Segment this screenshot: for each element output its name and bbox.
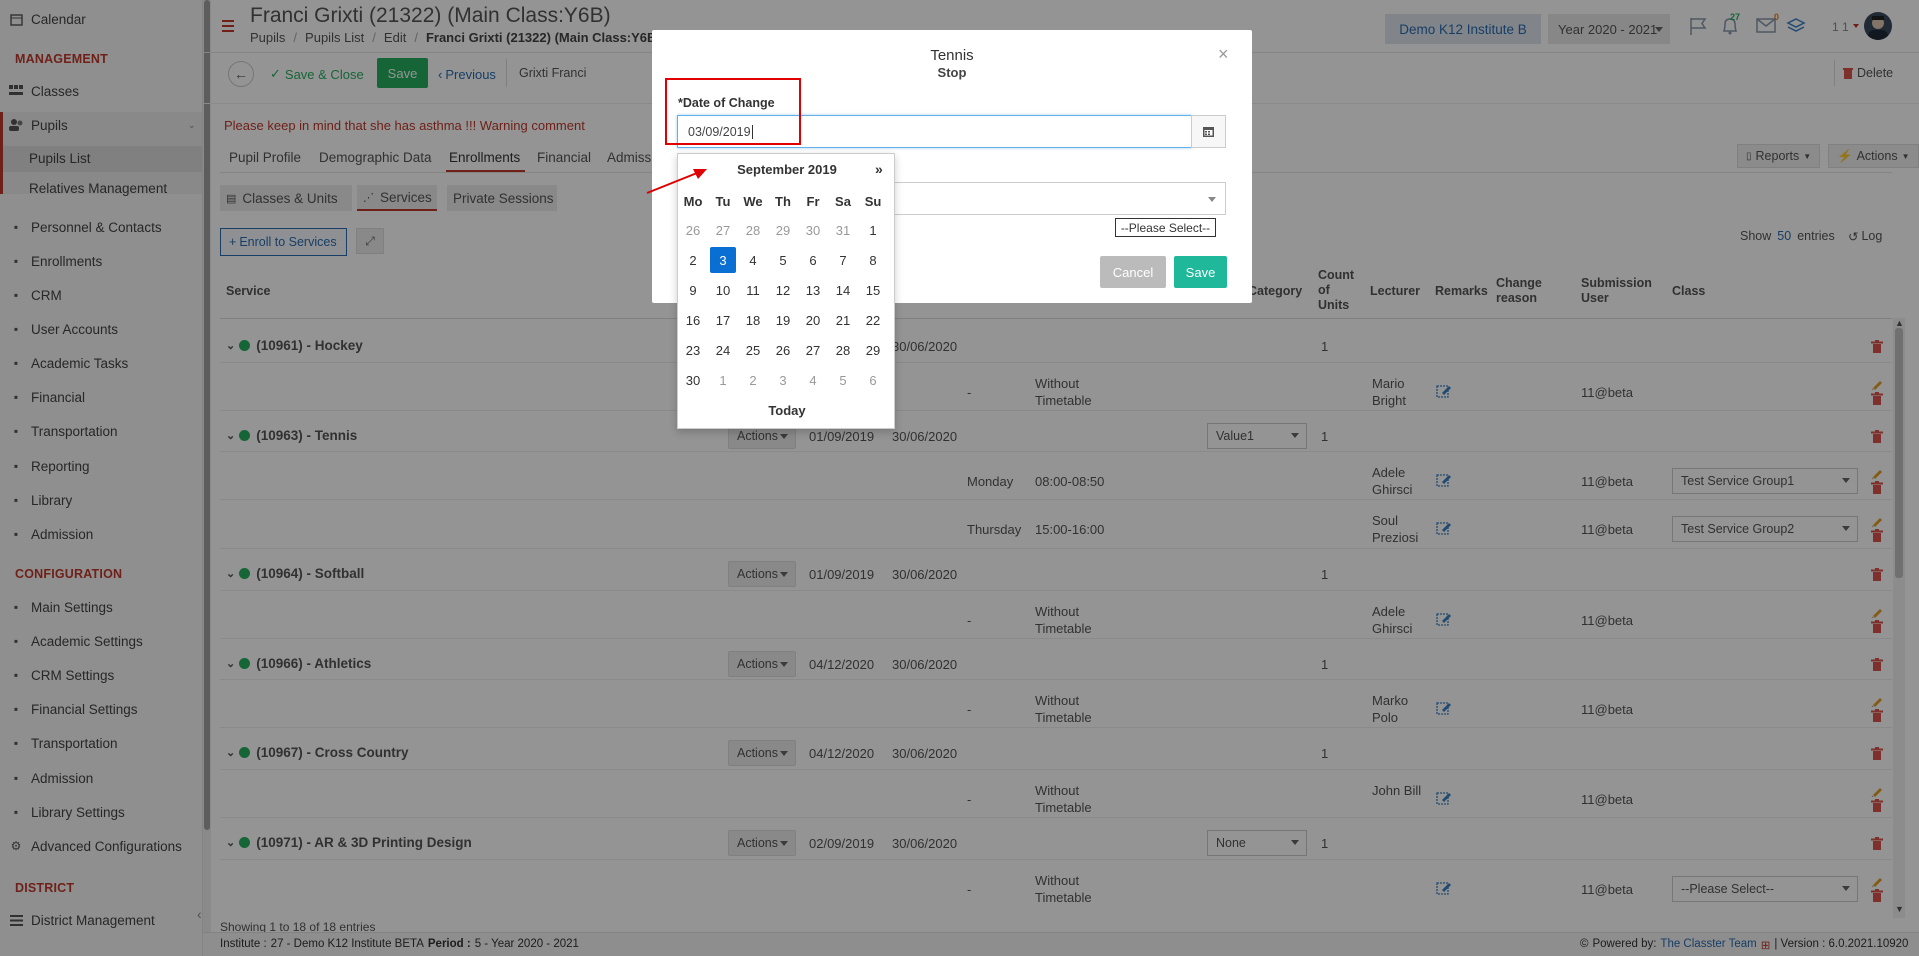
calendar-day[interactable]: 28 — [740, 217, 766, 243]
calendar-day[interactable]: 26 — [680, 217, 706, 243]
annotation-arrow — [646, 169, 707, 194]
calendar-day[interactable]: 10 — [710, 277, 736, 303]
calendar-day[interactable]: 4 — [740, 247, 766, 273]
calendar-day[interactable]: 12 — [770, 277, 796, 303]
calendar-day[interactable]: 11 — [740, 277, 766, 303]
calendar-day[interactable]: 23 — [680, 337, 706, 363]
calendar-day[interactable]: 1 — [860, 217, 886, 243]
close-icon[interactable]: × — [1218, 44, 1229, 65]
calendar-day[interactable]: 26 — [770, 337, 796, 363]
calendar-day[interactable]: 27 — [710, 217, 736, 243]
today-button[interactable]: Today — [678, 403, 896, 418]
calendar-day[interactable]: 17 — [710, 307, 736, 333]
calendar-day[interactable]: 3 — [710, 247, 736, 273]
modal-title: Tennis — [930, 47, 974, 64]
calendar-day[interactable]: 29 — [770, 217, 796, 243]
highlight-box — [665, 78, 801, 145]
calendar-day[interactable]: 3 — [770, 367, 796, 393]
next-month-button[interactable]: » — [875, 161, 883, 177]
calendar-day[interactable]: 15 — [860, 277, 886, 303]
chevron-down-icon — [1208, 197, 1216, 202]
calendar-day[interactable]: 19 — [770, 307, 796, 333]
calendar-day[interactable]: 2 — [680, 247, 706, 273]
calendar-day[interactable]: 4 — [800, 367, 826, 393]
calendar-day[interactable]: 5 — [770, 247, 796, 273]
modal-save-button[interactable]: Save — [1174, 256, 1227, 288]
calendar-day[interactable]: 30 — [680, 367, 706, 393]
calendar-day[interactable]: 6 — [800, 247, 826, 273]
calendar-day[interactable]: 7 — [830, 247, 856, 273]
calendar-day[interactable]: 28 — [830, 337, 856, 363]
calendar-day[interactable]: 27 — [800, 337, 826, 363]
calendar-day[interactable]: 24 — [710, 337, 736, 363]
calendar-day[interactable]: 2 — [740, 367, 766, 393]
calendar-day[interactable]: 22 — [860, 307, 886, 333]
weekday-th: Th — [775, 194, 791, 209]
calendar-day[interactable]: 18 — [740, 307, 766, 333]
calendar-day[interactable]: 5 — [830, 367, 856, 393]
calendar-day[interactable]: 14 — [830, 277, 856, 303]
calendar-day[interactable]: 6 — [860, 367, 886, 393]
please-select-tooltip: --Please Select-- — [1115, 218, 1216, 237]
weekday-su: Su — [864, 194, 882, 209]
calendar-day[interactable]: 13 — [800, 277, 826, 303]
calendar-day[interactable]: 16 — [680, 307, 706, 333]
calendar-button[interactable] — [1191, 115, 1226, 148]
weekday-fr: Fr — [806, 194, 820, 209]
calendar-day[interactable]: 30 — [800, 217, 826, 243]
calendar-day[interactable]: 29 — [860, 337, 886, 363]
calendar-day[interactable]: 25 — [740, 337, 766, 363]
weekday-we: We — [743, 194, 763, 209]
cancel-button[interactable]: Cancel — [1100, 256, 1166, 288]
calendar-icon — [1202, 125, 1215, 138]
calendar-day[interactable]: 31 — [830, 217, 856, 243]
datepicker-month[interactable]: September 2019 — [678, 162, 896, 177]
weekday-sa: Sa — [835, 194, 851, 209]
calendar-day[interactable]: 21 — [830, 307, 856, 333]
calendar-day[interactable]: 1 — [710, 367, 736, 393]
calendar-day[interactable]: 9 — [680, 277, 706, 303]
weekday-tu: Tu — [715, 194, 731, 209]
calendar-day[interactable]: 20 — [800, 307, 826, 333]
calendar-day[interactable]: 8 — [860, 247, 886, 273]
weekday-mo: Mo — [683, 194, 703, 209]
